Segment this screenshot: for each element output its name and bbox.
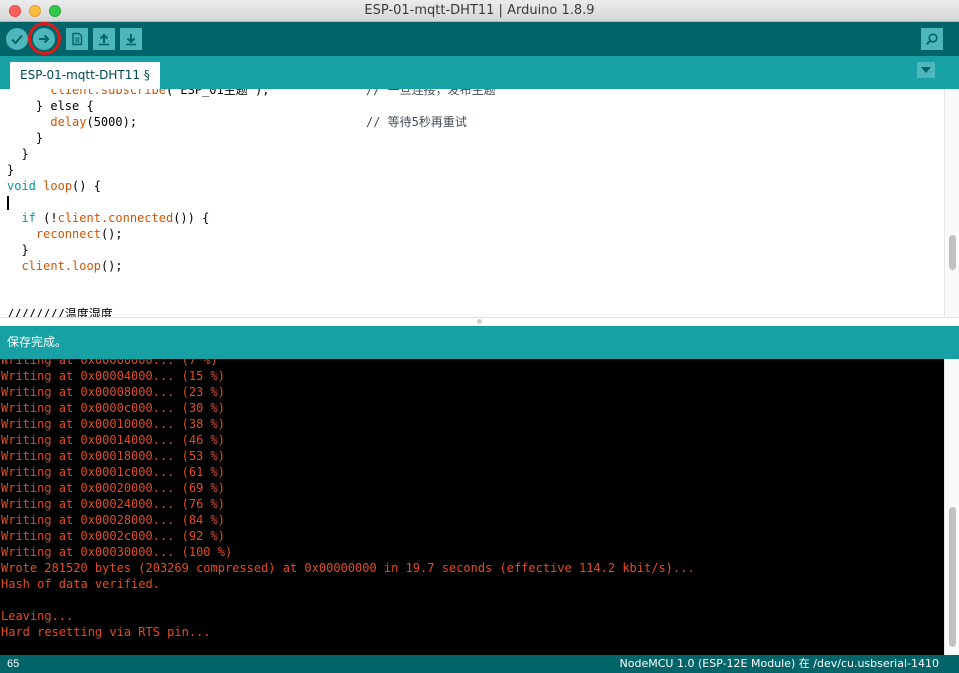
- console-line: Writing at 0x00024000... (76 %): [1, 497, 225, 511]
- editor-scrollbar[interactable]: [944, 89, 959, 317]
- save-sketch-button[interactable]: [120, 28, 142, 50]
- console-line: Writing at 0x00030000... (100 %): [1, 545, 233, 559]
- console-line: Wrote 281520 bytes (203269 compressed) a…: [1, 561, 695, 575]
- console-line: Writing at 0x0000c000... (30 %): [1, 401, 225, 415]
- pane-divider[interactable]: [0, 317, 959, 326]
- code-editor[interactable]: client.subscribe("ESP_01主题");// 一旦连接，发布主…: [0, 89, 959, 317]
- divider-grip-icon[interactable]: [477, 319, 482, 324]
- bottom-status-bar: 65 NodeMCU 1.0 (ESP-12E Module) 在 /dev/c…: [0, 655, 959, 673]
- console-line: Writing at 0x00028000... (84 %): [1, 513, 225, 527]
- console-line: Writing at 0x00004000... (15 %): [1, 369, 225, 383]
- code-line: void loop() {: [7, 179, 101, 193]
- console-line: Writing at 0x00008000... (23 %): [1, 385, 225, 399]
- console-line: Writing at 0x00020000... (69 %): [1, 481, 225, 495]
- console-scrollbar-thumb[interactable]: [949, 507, 956, 647]
- code-line: }: [7, 131, 44, 145]
- checkmark-icon: [11, 34, 23, 45]
- toolbar: [0, 22, 959, 56]
- console-line: Hash of data verified.: [1, 577, 160, 591]
- code-line: delay(5000);// 等待5秒再重试: [50, 115, 467, 129]
- line-number: 65: [7, 658, 20, 670]
- console-line: Writing at 0x0002c000... (92 %): [1, 529, 225, 543]
- chevron-down-icon: [921, 67, 931, 73]
- code-line: ////////温度湿度: [7, 307, 113, 317]
- serial-monitor-button[interactable]: [921, 28, 943, 50]
- title-bar: ESP-01-mqtt-DHT11 | Arduino 1.8.9: [0, 0, 959, 22]
- console-line: Hard resetting via RTS pin...: [1, 625, 211, 639]
- code-line: if (!client.connected()) {: [21, 211, 210, 225]
- console-line: Leaving...: [1, 609, 74, 623]
- code-line: }: [7, 163, 15, 177]
- console-line: Writing at 0x00010000... (38 %): [1, 417, 225, 431]
- code-line: }: [7, 243, 29, 257]
- console-output[interactable]: Writing at 0x00000000... (7 %) Writing at…: [0, 359, 944, 655]
- window-title: ESP-01-mqtt-DHT11 | Arduino 1.8.9: [364, 3, 595, 18]
- status-message: 保存完成。: [0, 326, 959, 359]
- console-line: Writing at 0x00018000... (53 %): [1, 449, 225, 463]
- new-sketch-button[interactable]: [66, 28, 88, 50]
- open-sketch-button[interactable]: [93, 28, 115, 50]
- upload-highlight-ring: [28, 22, 61, 55]
- console-line: Writing at 0x0001c000... (61 %): [1, 465, 225, 479]
- code-line: }: [7, 147, 29, 161]
- tab-menu-button[interactable]: [917, 62, 935, 78]
- code-line: [7, 194, 269, 210]
- arrow-up-icon: [99, 33, 109, 46]
- verify-button[interactable]: [6, 28, 28, 50]
- tab-sketch[interactable]: ESP-01-mqtt-DHT11 §: [10, 62, 160, 89]
- arrow-down-icon: [126, 34, 136, 46]
- magnifier-icon: [926, 33, 938, 45]
- code-line: client.loop();: [21, 259, 123, 273]
- code-lines: client.subscribe("ESP_01主题");// 一旦连接，发布主…: [7, 89, 496, 317]
- tab-bar: ESP-01-mqtt-DHT11 §: [0, 56, 959, 89]
- console-lines: Writing at 0x00000000... (7 %) Writing at…: [1, 359, 695, 640]
- board-port-info: NodeMCU 1.0 (ESP-12E Module) 在 /dev/cu.u…: [619, 657, 939, 670]
- text-caret: [7, 195, 9, 210]
- code-line: } else {: [7, 99, 94, 113]
- code-line: client.subscribe("ESP_01主题");// 一旦连接，发布主…: [50, 89, 496, 97]
- editor-scrollbar-thumb[interactable]: [949, 235, 956, 270]
- console-line: Writing at 0x00014000... (46 %): [1, 433, 225, 447]
- code-line: reconnect();: [35, 227, 123, 241]
- document-icon: [72, 32, 83, 46]
- console-line: Writing at 0x00000000... (7 %): [1, 359, 218, 367]
- console-scrollbar[interactable]: [944, 359, 959, 655]
